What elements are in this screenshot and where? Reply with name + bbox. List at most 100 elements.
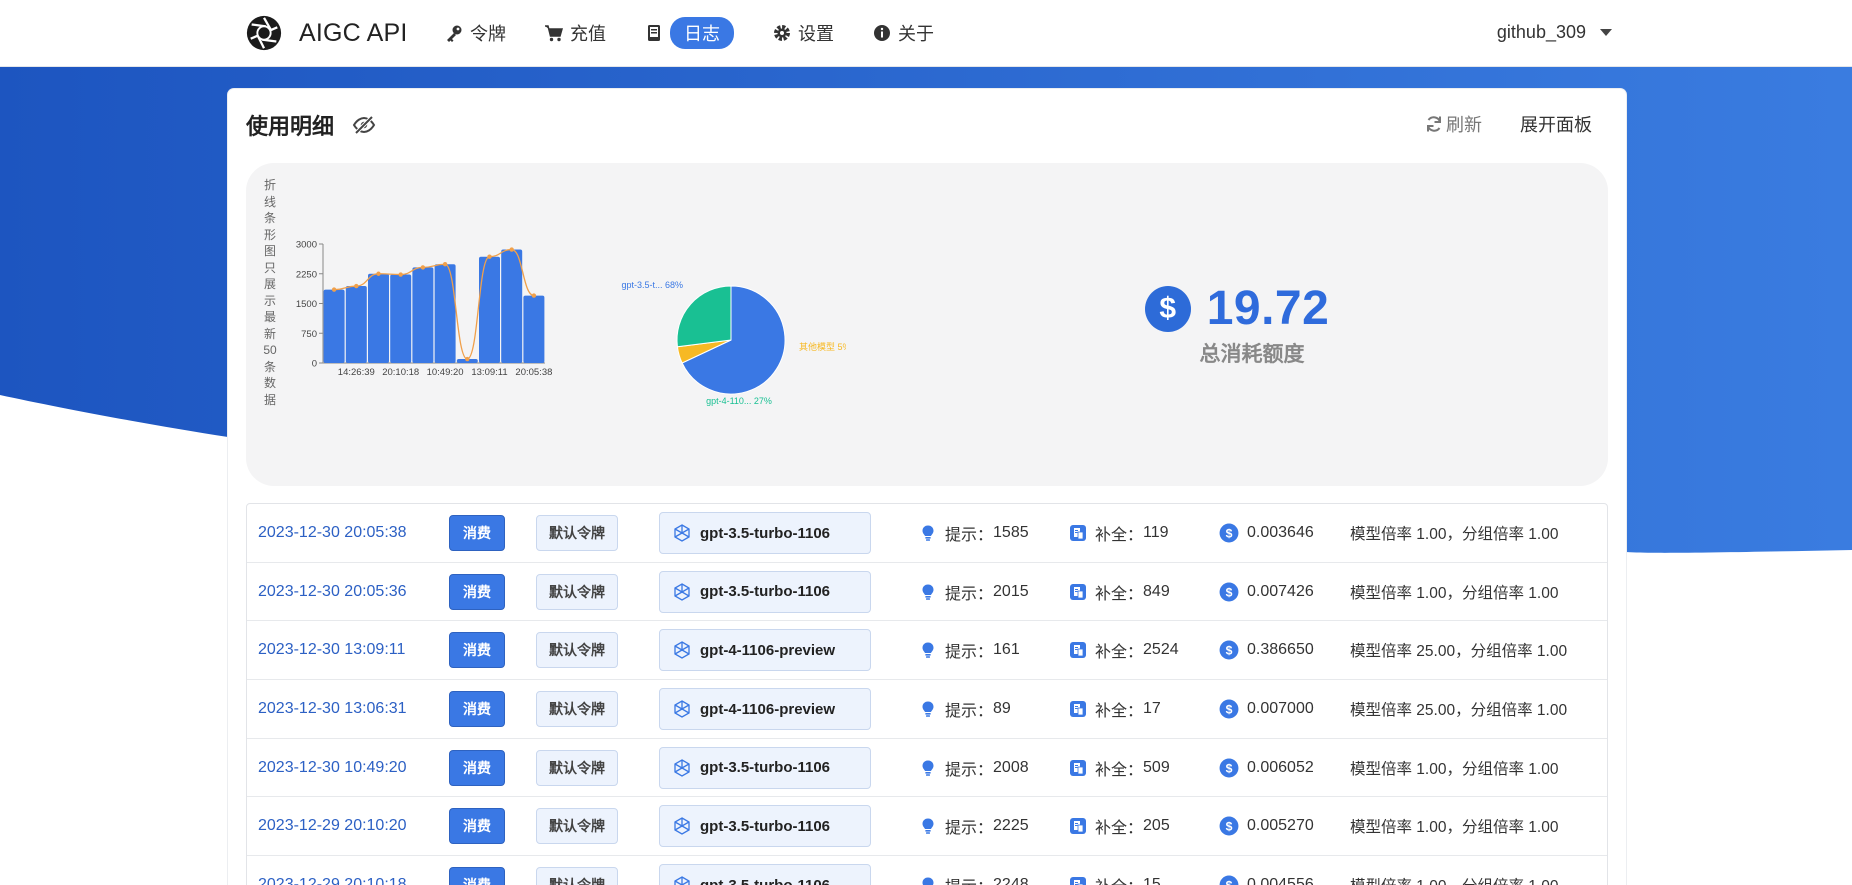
token-tag[interactable]: 默认令牌 <box>536 808 618 845</box>
x-tick-label: 10:49:20 <box>427 367 464 378</box>
prompt-tokens: 2225 <box>993 817 1029 835</box>
bar[interactable] <box>501 249 523 363</box>
table-row[interactable]: 2023-12-29 20:10:18 消费 默认令牌 gpt-3.5-turbo-1… <box>247 856 1607 885</box>
nav-about[interactable]: 关于 <box>872 18 934 48</box>
dollar-coin-icon: $ <box>1219 640 1239 660</box>
token-tag[interactable]: 默认令牌 <box>536 867 618 885</box>
lightbulb-icon <box>922 642 934 659</box>
completion-tokens: 205 <box>1143 817 1170 835</box>
log-time: 2023-12-30 13:06:31 <box>258 680 407 738</box>
gear-icon <box>774 25 790 41</box>
bar[interactable] <box>368 273 389 363</box>
log-completion: 补全：15 <box>1069 856 1161 885</box>
completion-tokens: 509 <box>1143 758 1170 776</box>
trend-point[interactable] <box>509 247 514 252</box>
log-time-text: 2023-12-30 20:05:38 <box>258 524 407 541</box>
model-name: gpt-3.5-turbo-1106 <box>700 877 830 885</box>
model-tag[interactable]: gpt-3.5-turbo-1106 <box>659 570 871 613</box>
prompt-prefix: 提示： <box>945 820 994 838</box>
user-menu[interactable]: github_309 <box>1497 22 1612 43</box>
model-tag[interactable]: gpt-3.5-turbo-1106 <box>659 512 871 554</box>
trend-point[interactable] <box>331 287 337 292</box>
completion-prefix: 补全： <box>1095 527 1144 544</box>
log-prompt: 提示： 2015 <box>919 563 1029 621</box>
type-tag[interactable]: 消费 <box>449 632 505 669</box>
type-tag[interactable]: 消费 <box>449 808 505 845</box>
usage-bar-chart: 0 750 1500 2250 3000 14:26:39 20:10:18 10:49:20… <box>296 240 553 379</box>
log-prompt: 提示： 89 <box>919 680 1011 738</box>
table-row[interactable]: 2023-12-29 20:10:20 消费 默认令牌 gpt-3.5-turbo-1… <box>247 797 1607 857</box>
table-row[interactable]: 2023-12-30 13:06:31 消费 默认令牌 gpt-4-1106-prev… <box>247 680 1607 739</box>
model-tag[interactable]: gpt-4-1106-preview <box>659 629 871 672</box>
model-tag[interactable]: gpt-3.5-turbo-1106 <box>659 746 871 789</box>
log-cost: $0.003646 <box>1219 504 1314 562</box>
log-completion: 补全： 119 <box>1069 504 1169 562</box>
nav-tokens[interactable]: 令牌 <box>444 18 506 48</box>
svg-text:$: $ <box>1226 820 1233 834</box>
eye-slash-icon[interactable] <box>352 113 376 137</box>
trend-point[interactable] <box>398 272 403 277</box>
nav-topup[interactable]: 充值 <box>544 18 606 48</box>
book-icon <box>648 25 660 41</box>
type-tag[interactable]: 消费 <box>449 573 505 610</box>
chart-caption: 折线条形图只展示最新50条数据 <box>263 178 277 407</box>
log-time: 2023-12-30 20:05:36 <box>258 563 407 621</box>
y-tick-label: 2250 <box>296 269 317 280</box>
expand-panel-button[interactable]: 展开面板 <box>1520 111 1592 137</box>
bar[interactable] <box>479 256 500 363</box>
trend-point[interactable] <box>420 265 426 270</box>
log-prompt: 提示： 2225 <box>919 797 1029 855</box>
caret-down-icon <box>1600 29 1612 36</box>
nav-logs[interactable]: 日志 <box>644 17 734 49</box>
nav-about-label: 关于 <box>898 24 934 44</box>
bar[interactable] <box>523 295 545 363</box>
table-row[interactable]: 2023-12-30 10:49:20 消费 默认令牌 gpt-3.5-turbo-1… <box>247 739 1607 798</box>
nav-settings[interactable]: 设置 <box>772 18 834 48</box>
token-tag[interactable]: 默认令牌 <box>536 749 618 786</box>
brand[interactable]: AIGC API <box>245 14 408 52</box>
table-row[interactable]: 2023-12-30 13:09:11 消费 默认令牌 gpt-4-1106-prev… <box>247 621 1607 681</box>
document-icon <box>1070 701 1086 718</box>
table-row[interactable]: 2023-12-30 20:05:38 消费 默认令牌 gpt-3.5-turbo-1… <box>247 504 1607 563</box>
token-tag[interactable]: 默认令牌 <box>536 573 618 610</box>
dollar-coin-icon: $ <box>1219 875 1239 885</box>
refresh-button[interactable]: 刷新 <box>1424 111 1482 137</box>
log-model: gpt-3.5-turbo-1106 <box>659 739 871 797</box>
type-tag[interactable]: 消费 <box>449 515 505 551</box>
bar[interactable] <box>345 286 367 363</box>
table-row[interactable]: 2023-12-30 20:05:36 消费 默认令牌 gpt-3.5-turbo-1… <box>247 563 1607 622</box>
trend-point[interactable] <box>376 271 381 276</box>
aperture-logo-icon <box>246 15 282 51</box>
trend-point[interactable] <box>465 356 470 362</box>
bar[interactable] <box>412 267 434 363</box>
pie-slice[interactable] <box>676 285 732 348</box>
token-tag[interactable]: 默认令牌 <box>536 632 618 669</box>
document-icon <box>1070 642 1086 659</box>
model-tag[interactable]: gpt-4-1106-preview <box>659 688 871 731</box>
ratio-text: 模型倍率 25.00，分组倍率 1.00 <box>1350 702 1568 720</box>
type-tag[interactable]: 消费 <box>449 749 505 786</box>
total-quota-label: 总消耗额度 <box>1199 343 1305 366</box>
bar[interactable] <box>323 289 345 363</box>
trend-point[interactable] <box>442 262 448 267</box>
model-tag[interactable]: gpt-3.5-turbo-1106 <box>659 864 871 885</box>
trend-point[interactable] <box>354 283 359 289</box>
model-tag[interactable]: gpt-3.5-turbo-1106 <box>659 805 871 848</box>
prompt-prefix: 提示： <box>945 527 994 544</box>
prompt-prefix: 提示： <box>945 703 994 721</box>
type-tag[interactable]: 消费 <box>449 691 505 728</box>
log-ratio: 模型倍率 1.00，分组倍率 1.00 <box>1350 856 1558 885</box>
prompt-prefix: 提示： <box>945 644 994 662</box>
lightbulb-icon <box>922 701 934 717</box>
lightbulb-icon <box>922 818 934 835</box>
bar[interactable] <box>434 264 456 363</box>
token-tag[interactable]: 默认令牌 <box>536 691 618 728</box>
trend-point[interactable] <box>487 254 492 259</box>
bar[interactable] <box>390 274 412 363</box>
trend-point[interactable] <box>531 293 537 298</box>
log-time-text: 2023-12-29 20:10:20 <box>258 817 407 835</box>
token-tag[interactable]: 默认令牌 <box>536 515 618 551</box>
type-tag[interactable]: 消费 <box>449 867 505 885</box>
document-icon <box>1070 525 1086 541</box>
document-icon <box>1070 877 1086 885</box>
